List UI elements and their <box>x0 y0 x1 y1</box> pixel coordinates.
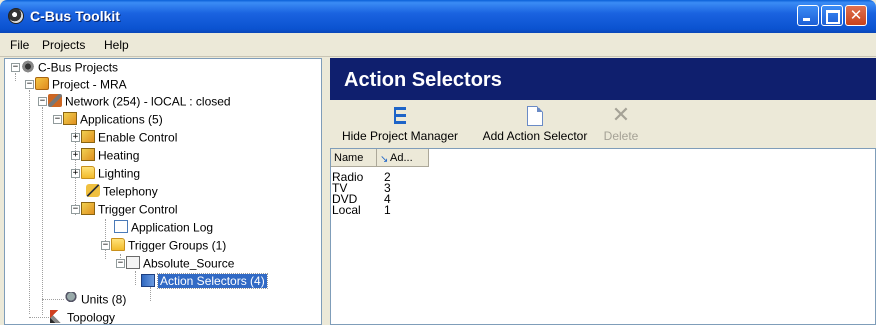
menu-file[interactable]: File <box>10 38 29 52</box>
sort-ascending-icon: ↘ <box>380 154 389 165</box>
menu-projects[interactable]: Projects <box>42 38 85 52</box>
close-button[interactable]: ✕ <box>845 5 867 26</box>
menu-bar: File Projects Help <box>0 33 876 57</box>
units-icon <box>64 292 78 306</box>
window-title: C-Bus Toolkit <box>30 8 120 24</box>
action-selectors-table[interactable]: Name ↘ Ad... Radio 2 TV 3 DVD 4 Local 1 <box>330 148 876 325</box>
column-header-name[interactable]: Name <box>331 149 377 167</box>
page-title: Action Selectors <box>344 69 502 91</box>
folder-icon <box>81 166 95 180</box>
document-icon <box>126 256 140 270</box>
tree-hierarchy-icon <box>390 106 410 126</box>
maximize-icon <box>822 6 842 25</box>
minimize-button[interactable] <box>797 5 819 26</box>
hide-project-manager-button[interactable]: Hide Project Manager <box>334 104 466 144</box>
log-icon <box>114 220 128 234</box>
collapse-toggle[interactable]: − <box>25 80 34 89</box>
content-panel: Action Selectors Hide Project Manager Ad… <box>330 58 876 325</box>
column-header-address[interactable]: ↘ Ad... <box>377 149 429 167</box>
delete-x-icon: ✕ <box>611 103 631 128</box>
application-icon <box>81 148 95 162</box>
applications-icon <box>63 112 77 126</box>
close-icon: ✕ <box>849 7 863 24</box>
folder-icon <box>111 238 125 252</box>
tree-node-trigger-control[interactable]: Trigger Control <box>81 201 178 218</box>
tree-node-absolute-source[interactable]: Absolute_Source <box>126 255 234 272</box>
application-icon <box>81 202 95 216</box>
project-tree[interactable]: − C-Bus Projects − Project - MRA − Netwo… <box>4 58 322 325</box>
toolbar: Hide Project Manager Add Action Selector… <box>330 100 876 148</box>
title-bar: C-Bus Toolkit ✕ <box>0 0 876 33</box>
tree-node-topology[interactable]: Topology <box>50 309 115 324</box>
action-selector-icon <box>141 274 155 288</box>
collapse-toggle[interactable]: − <box>71 205 80 214</box>
collapse-toggle[interactable]: − <box>38 97 47 106</box>
tree-node-application-log[interactable]: Application Log <box>114 219 213 236</box>
cbus-icon <box>21 60 35 74</box>
tree-node-enable-control[interactable]: Enable Control <box>81 129 177 146</box>
collapse-toggle[interactable]: − <box>101 241 110 250</box>
collapse-toggle[interactable]: − <box>116 259 125 268</box>
telephony-icon <box>86 184 100 198</box>
expand-toggle[interactable]: + <box>71 169 80 178</box>
tree-node-project[interactable]: Project - MRA <box>35 76 127 93</box>
delete-button[interactable]: ✕ Delete <box>600 104 642 144</box>
tree-node-trigger-groups[interactable]: Trigger Groups (1) <box>111 237 226 254</box>
add-action-selector-button[interactable]: Add Action Selector <box>474 104 596 144</box>
tree-node-network[interactable]: Network (254) - lOCAL : closed <box>48 93 231 110</box>
network-icon <box>48 94 62 108</box>
topology-icon <box>50 310 64 324</box>
tree-node-action-selectors[interactable]: Action Selectors (4) <box>141 273 268 290</box>
menu-help[interactable]: Help <box>104 38 129 52</box>
panel-header: Action Selectors <box>330 58 876 100</box>
cbus-logo-icon[interactable] <box>8 8 24 24</box>
project-icon <box>35 77 49 91</box>
tree-node-telephony[interactable]: Telephony <box>86 183 158 200</box>
maximize-button[interactable] <box>821 5 843 26</box>
tree-node-units[interactable]: Units (8) <box>64 291 126 308</box>
tree-node-cbus-projects[interactable]: C-Bus Projects <box>21 59 118 76</box>
expand-toggle[interactable]: + <box>71 151 80 160</box>
collapse-toggle[interactable]: − <box>11 63 20 72</box>
new-document-icon <box>527 106 543 126</box>
tree-node-lighting[interactable]: Lighting <box>81 165 140 182</box>
minimize-icon <box>798 6 818 25</box>
expand-toggle[interactable]: + <box>71 133 80 142</box>
tree-node-applications[interactable]: Applications (5) <box>63 111 163 128</box>
application-icon <box>81 130 95 144</box>
tree-node-heating[interactable]: Heating <box>81 147 139 164</box>
collapse-toggle[interactable]: − <box>53 115 62 124</box>
